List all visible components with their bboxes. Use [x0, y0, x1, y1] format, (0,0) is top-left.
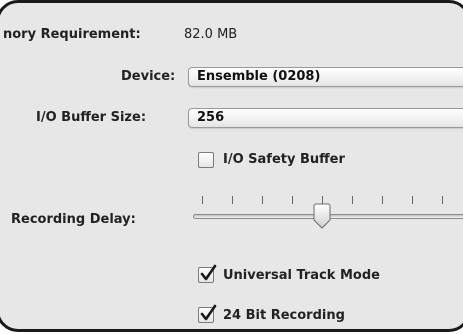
recording-delay-label: Recording Delay:: [11, 212, 136, 227]
recording-delay-tick: [232, 196, 233, 204]
recording-delay-tick: [382, 196, 383, 204]
memory-requirement-label: nory Requirement:: [3, 27, 141, 42]
io-buffer-size-label: I/O Buffer Size:: [36, 110, 147, 125]
universal-track-mode-checkbox[interactable]: [198, 264, 217, 283]
io-safety-buffer-label: I/O Safety Buffer: [223, 152, 345, 167]
recording-delay-tick: [412, 196, 413, 204]
device-selected-value: Ensemble (0208): [197, 69, 321, 84]
checkmark-icon: [200, 304, 217, 321]
bit-recording-label: 24 Bit Recording: [223, 308, 345, 323]
recording-delay-tick: [202, 196, 203, 204]
io-buffer-size-selected-value: 256: [197, 110, 225, 125]
bit-recording-checkbox[interactable]: [198, 304, 217, 323]
preferences-panel: nory Requirement: 82.0 MB Device: Ensemb…: [0, 0, 463, 332]
recording-delay-tick: [352, 196, 353, 204]
io-safety-buffer-checkbox[interactable]: [198, 152, 214, 168]
universal-track-mode-label: Universal Track Mode: [223, 268, 380, 283]
checkmark-icon: [200, 264, 217, 281]
recording-delay-tick: [292, 196, 293, 204]
recording-delay-tick: [262, 196, 263, 204]
recording-delay-tick: [442, 196, 443, 204]
memory-requirement-value: 82.0 MB: [184, 27, 238, 42]
recording-delay-thumb[interactable]: [313, 203, 331, 229]
device-label: Device:: [121, 69, 176, 84]
device-popup[interactable]: Ensemble (0208): [188, 67, 463, 87]
io-buffer-size-popup[interactable]: 256: [188, 108, 463, 128]
